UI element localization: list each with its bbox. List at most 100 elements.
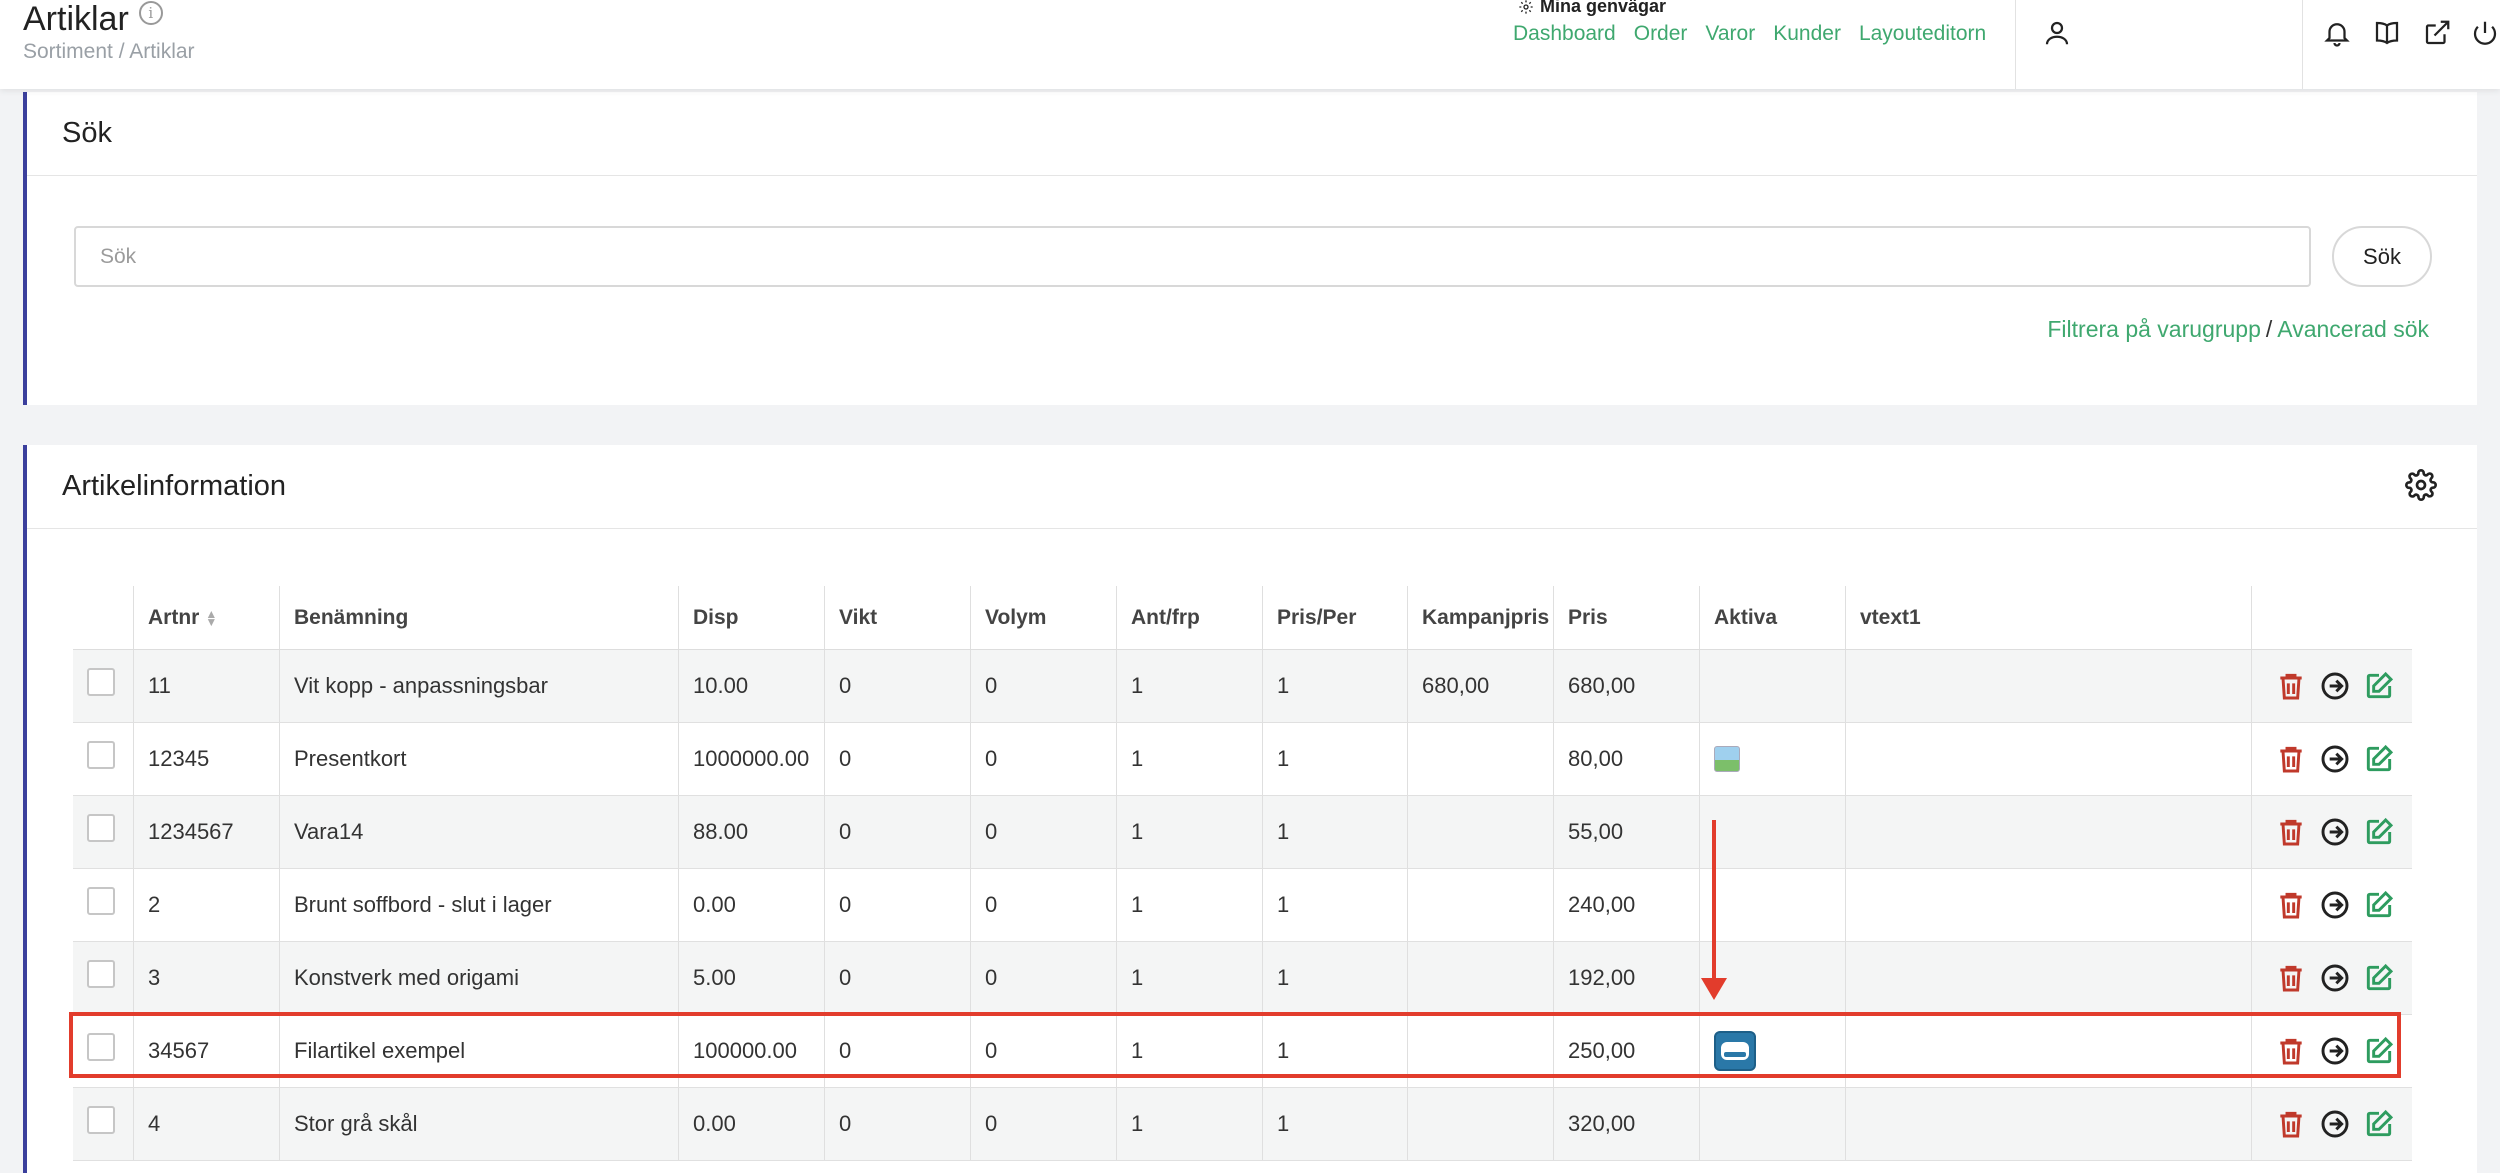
cell-vikt: 0 [824,869,970,941]
table-row[interactable]: 4 Stor grå skål 0.00 0 0 1 1 320,00 [73,1088,2412,1161]
row-actions-cell [2251,723,2412,795]
cell-prisper: 1 [1262,869,1407,941]
cell-artnr: 11 [133,650,279,722]
delete-icon[interactable] [2274,742,2308,776]
row-checkbox[interactable] [87,960,115,988]
row-select-cell [73,796,133,868]
cell-kampanjpris [1407,796,1553,868]
article-info-header: Artikelinformation [27,445,2477,529]
delete-icon[interactable] [2274,1107,2308,1141]
cell-pris: 55,00 [1553,796,1699,868]
header-artnr[interactable]: Artnr ▲ ▼ [133,586,279,649]
cell-aktiva [1699,796,1845,868]
arrow-right-circle-icon[interactable] [2318,888,2352,922]
arrow-right-circle-icon[interactable] [2318,815,2352,849]
cell-disp: 0.00 [678,869,824,941]
shortcut-order[interactable]: Order [1634,22,1688,46]
header-aktiva[interactable]: Aktiva [1699,586,1845,649]
table-row[interactable]: 1234567 Vara14 88.00 0 0 1 1 55,00 [73,796,2412,869]
header-disp[interactable]: Disp [678,586,824,649]
row-actions [2274,942,2396,1014]
search-input[interactable] [74,226,2311,287]
cell-pris: 320,00 [1553,1088,1699,1160]
book-icon[interactable] [2370,16,2404,50]
cell-volym: 0 [970,869,1116,941]
shortcut-dashboard[interactable]: Dashboard [1513,22,1616,46]
filter-group-link[interactable]: Filtrera på varugrupp [2047,316,2261,342]
row-checkbox[interactable] [87,814,115,842]
cell-vikt: 0 [824,723,970,795]
cell-aktiva [1699,869,1845,941]
cell-volym: 0 [970,796,1116,868]
row-checkbox[interactable] [87,741,115,769]
cell-antfrp: 1 [1116,796,1262,868]
bell-icon[interactable] [2320,16,2354,50]
arrow-right-circle-icon[interactable] [2318,961,2352,995]
row-checkbox[interactable] [87,668,115,696]
cell-prisper: 1 [1262,650,1407,722]
edit-icon[interactable] [2362,669,2396,703]
row-actions [2274,796,2396,868]
cell-kampanjpris [1407,942,1553,1014]
cell-kampanjpris [1407,1088,1553,1160]
arrow-right-circle-icon[interactable] [2318,1107,2352,1141]
cell-pris: 80,00 [1553,723,1699,795]
power-icon[interactable] [2468,16,2500,50]
advanced-search-link[interactable]: Avancerad sök [2277,316,2429,342]
external-link-icon[interactable] [2420,16,2454,50]
row-checkbox[interactable] [87,1106,115,1134]
edit-icon[interactable] [2362,815,2396,849]
arrow-right-circle-icon[interactable] [2318,669,2352,703]
row-select-cell [73,650,133,722]
filter-links: Filtrera på varugrupp / Avancerad sök [2047,316,2429,343]
delete-icon[interactable] [2274,961,2308,995]
header-benamning[interactable]: Benämning [279,586,678,649]
cell-kampanjpris [1407,869,1553,941]
shortcut-layouteditorn[interactable]: Layouteditorn [1859,22,1986,46]
user-icon[interactable] [2040,16,2074,50]
cell-name: Vit kopp - anpassningsbar [279,650,678,722]
settings-gear-icon[interactable] [2405,469,2439,503]
cell-name: Konstverk med origami [279,942,678,1014]
arrow-right-circle-icon[interactable] [2318,742,2352,776]
row-select-cell [73,942,133,1014]
row-actions-cell [2251,869,2412,941]
table-row[interactable]: 2 Brunt soffbord - slut i lager 0.00 0 0 1 1 24… [73,869,2412,942]
row-actions [2274,1088,2396,1160]
row-actions-cell [2251,650,2412,722]
header-prisper[interactable]: Pris/Per [1262,586,1407,649]
row-checkbox[interactable] [87,887,115,915]
cell-disp: 10.00 [678,650,824,722]
delete-icon[interactable] [2274,815,2308,849]
sort-icon[interactable]: ▲ ▼ [205,608,217,628]
cell-vtext1 [1845,723,2251,795]
header-vtext1[interactable]: vtext1 [1845,586,2251,649]
delete-icon[interactable] [2274,888,2308,922]
image-thumbnail-icon[interactable] [1714,746,1740,772]
table-row[interactable]: 12345 Presentkort 1000000.00 0 0 1 1 80,00 [73,723,2412,796]
table-row[interactable]: 3 Konstverk med origami 5.00 0 0 1 1 192,00 [73,942,2412,1015]
header-kampanjpris[interactable]: Kampanjpris [1407,586,1553,649]
header-volym[interactable]: Volym [970,586,1116,649]
info-icon[interactable]: i [138,0,163,25]
search-card-title: Sök [27,92,2477,176]
delete-icon[interactable] [2274,669,2308,703]
edit-icon[interactable] [2362,742,2396,776]
cell-vikt: 0 [824,942,970,1014]
header-vikt[interactable]: Vikt [824,586,970,649]
edit-icon[interactable] [2362,961,2396,995]
shortcuts-title[interactable]: Mina genvägar [1518,0,1666,17]
search-button[interactable]: Sök [2332,226,2432,287]
header-pris[interactable]: Pris [1553,586,1699,649]
edit-icon[interactable] [2362,1107,2396,1141]
shortcut-varor[interactable]: Varor [1705,22,1755,46]
shortcut-kunder[interactable]: Kunder [1773,22,1841,46]
breadcrumb[interactable]: Sortiment / Artiklar [23,40,195,64]
cell-disp: 0.00 [678,1088,824,1160]
edit-icon[interactable] [2362,888,2396,922]
cell-volym: 0 [970,942,1116,1014]
table-row[interactable]: 11 Vit kopp - anpassningsbar 10.00 0 0 1 1 680,… [73,650,2412,723]
cell-pris: 240,00 [1553,869,1699,941]
header-actions [2251,586,2412,649]
header-antfrp[interactable]: Ant/frp [1116,586,1262,649]
